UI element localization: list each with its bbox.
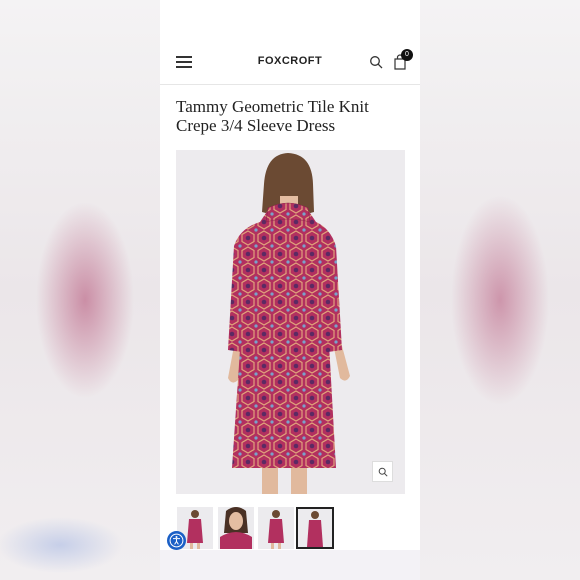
mobile-page: FOXCROFT 0 Tammy Geometric Tile Knit Cre… xyxy=(160,0,420,580)
thumbnail-4-active[interactable] xyxy=(296,507,334,549)
product-main-image[interactable] xyxy=(176,150,405,494)
cart-count-badge: 0 xyxy=(401,49,413,61)
thumbnail-3[interactable] xyxy=(258,507,294,549)
zoom-button[interactable] xyxy=(372,461,393,482)
product-title-line-1: Tammy Geometric Tile Knit xyxy=(176,97,369,116)
search-icon[interactable] xyxy=(369,55,383,69)
product-title-line-2: Crepe 3/4 Sleeve Dress xyxy=(176,116,336,135)
product-title: Tammy Geometric Tile Knit Crepe 3/4 Slee… xyxy=(176,97,408,135)
accessibility-button[interactable] xyxy=(167,531,186,550)
page-bottom-bar xyxy=(160,550,420,580)
magnifier-icon xyxy=(378,467,388,477)
thumbnail-2[interactable] xyxy=(218,507,254,549)
site-header: FOXCROFT 0 xyxy=(160,44,420,85)
thumbnail-strip xyxy=(176,507,416,549)
dress-photo xyxy=(228,153,350,494)
accessibility-icon xyxy=(169,533,184,548)
